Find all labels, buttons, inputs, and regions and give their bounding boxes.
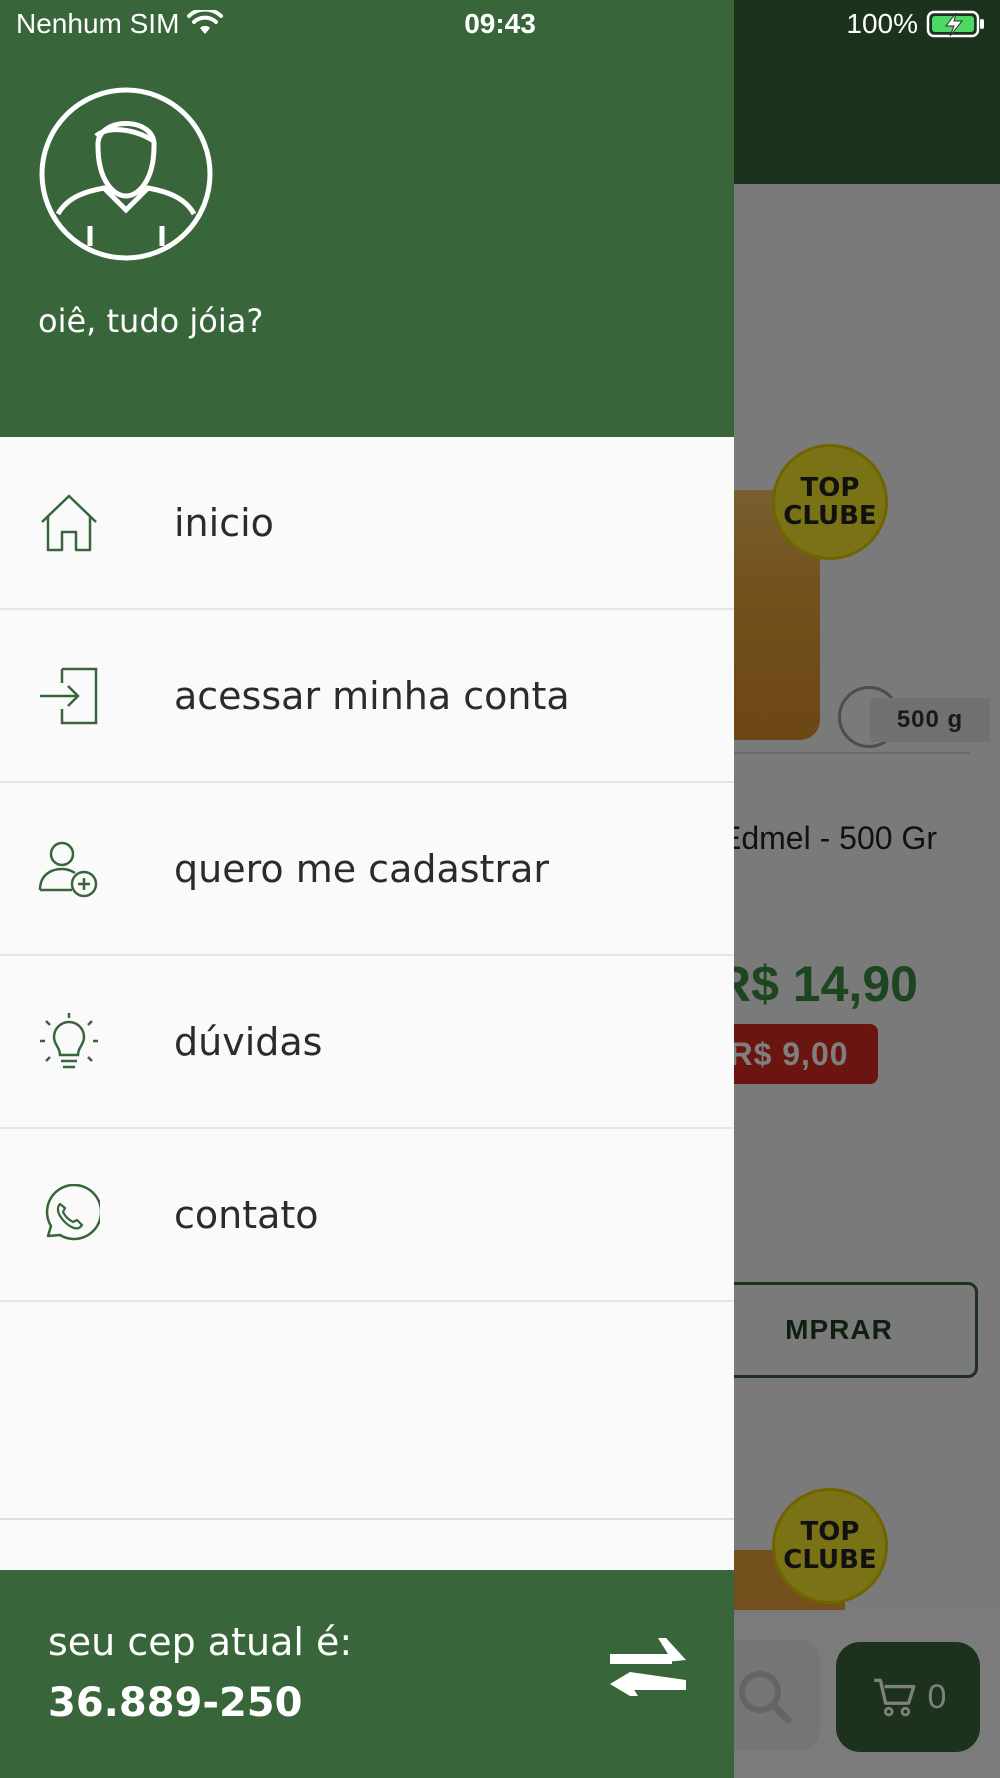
menu-item-contato[interactable]: contato [0,1129,734,1302]
menu-item-label: contato [174,1192,319,1237]
status-battery-group: 100% [846,8,986,40]
menu-item-duvidas[interactable]: dúvidas [0,956,734,1129]
menu-item-acessar-conta[interactable]: acessar minha conta [0,610,734,783]
login-icon [40,667,98,724]
cep-footer: seu cep atual é: 36.889-250 [0,1570,734,1778]
cep-value: 36.889-250 [48,1680,303,1726]
menu-item-inicio[interactable]: inicio [0,437,734,610]
whatsapp-icon [45,1183,100,1240]
greeting-text: oiê, tudo jóia? [38,302,264,340]
cep-label: seu cep atual é: [48,1620,353,1664]
divider [0,1518,734,1520]
menu-item-label: dúvidas [174,1019,323,1064]
navigation-drawer: oiê, tudo jóia? inicio acessar minha con… [0,0,734,1778]
home-icon [41,494,97,551]
swap-arrows-icon[interactable] [606,1632,690,1712]
lightbulb-icon [40,1012,98,1068]
status-bar: Nenhum SIM 09:43 100% [0,0,1000,50]
battery-charging-icon [926,10,984,38]
avatar-icon [39,87,213,261]
drawer-menu: inicio acessar minha conta quero me cada… [0,437,734,1302]
user-add-icon [38,841,98,897]
battery-percent: 100% [846,8,918,39]
menu-item-cadastrar[interactable]: quero me cadastrar [0,783,734,956]
menu-item-label: inicio [174,500,274,545]
drawer-header: oiê, tudo jóia? [0,0,734,437]
menu-item-label: quero me cadastrar [174,846,549,891]
menu-item-label: acessar minha conta [174,673,570,718]
